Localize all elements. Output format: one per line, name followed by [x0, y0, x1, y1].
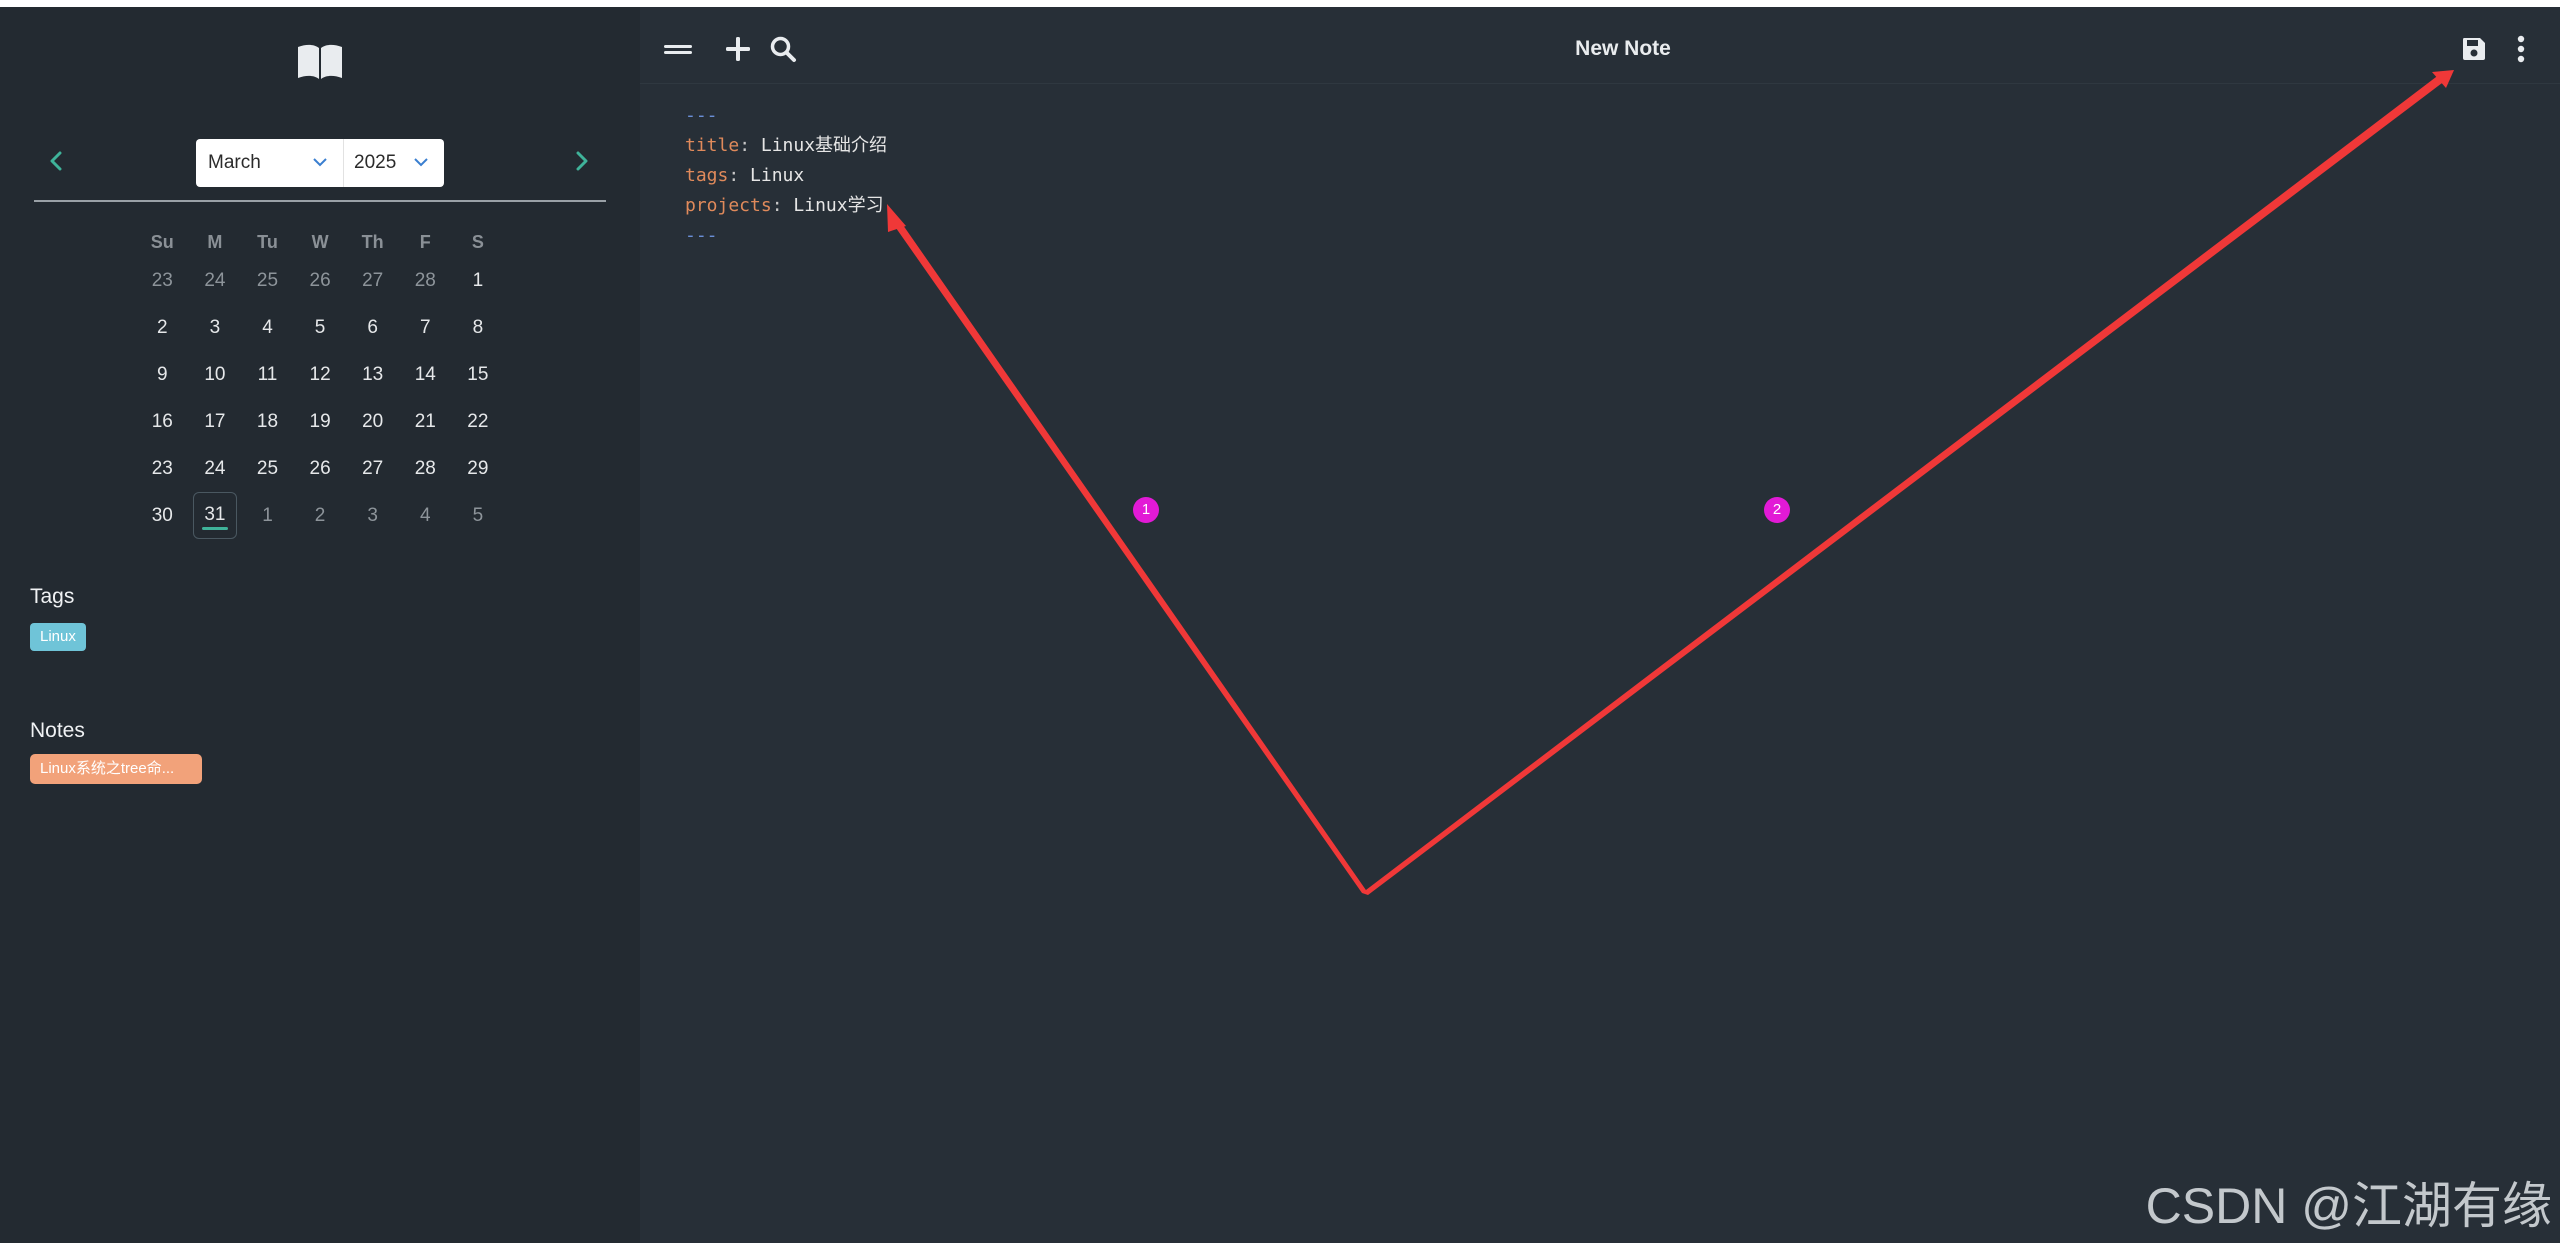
- tags-section-title: Tags: [30, 585, 75, 608]
- calendar-day[interactable]: 29: [452, 445, 505, 492]
- frontmatter-line-projects: projects: Linux学习: [685, 191, 887, 221]
- month-select[interactable]: March: [196, 139, 344, 187]
- month-year-picker: March 2025: [196, 139, 444, 187]
- weekday-label: Tu: [257, 232, 278, 252]
- calendar-week-row: 2345678: [136, 304, 506, 351]
- calendar-day[interactable]: 15: [452, 351, 505, 398]
- calendar-day[interactable]: 1: [241, 492, 294, 539]
- chevron-right-icon[interactable]: [562, 141, 602, 181]
- frontmatter-colon: :: [739, 135, 761, 156]
- weekday-label: Th: [361, 232, 384, 252]
- calendar-week-row: 23 24 25 26 27 28 29: [136, 445, 506, 492]
- frontmatter-colon: :: [771, 195, 794, 216]
- calendar-day[interactable]: 9: [136, 351, 189, 398]
- calendar-weekday-header: Su M Tu W Th F S: [136, 227, 506, 257]
- calendar-day[interactable]: 18: [241, 398, 294, 445]
- calendar-day[interactable]: 17: [189, 398, 242, 445]
- frontmatter-delimiter-close: ---: [685, 225, 718, 246]
- calendar-day[interactable]: 23: [136, 445, 189, 492]
- calendar-day[interactable]: 2: [136, 304, 189, 351]
- calendar-day[interactable]: 21: [399, 398, 452, 445]
- frontmatter-line-title: title: Linux基础介绍: [685, 131, 887, 161]
- calendar-day-today[interactable]: 31: [192, 492, 238, 539]
- calendar-day[interactable]: 26: [294, 445, 347, 492]
- calendar-day[interactable]: 19: [294, 398, 347, 445]
- frontmatter-key: tags: [685, 165, 729, 186]
- calendar-day[interactable]: 24: [189, 445, 242, 492]
- frontmatter-colon: :: [728, 165, 751, 186]
- calendar-day[interactable]: 27: [346, 445, 399, 492]
- notes-section-title: Notes: [30, 719, 85, 742]
- weekday-label: Su: [150, 232, 174, 252]
- calendar-body: 23 24 25 26 27 28 1 2 3 4 5 6 7 8 9 10 11 12 13 14 15 16 17 18 1…: [136, 257, 506, 539]
- year-select[interactable]: 2025: [344, 139, 444, 187]
- calendar-day[interactable]: 2: [294, 492, 347, 539]
- chevron-down-icon: [414, 158, 428, 167]
- calendar-day[interactable]: 3: [346, 492, 399, 539]
- calendar-day[interactable]: 28: [399, 257, 452, 304]
- toolbar: New Note: [640, 7, 2560, 84]
- calendar-day[interactable]: 13: [346, 351, 399, 398]
- calendar-day[interactable]: 5: [294, 304, 347, 351]
- frontmatter-key: title: [685, 135, 740, 156]
- calendar-day[interactable]: 27: [346, 257, 399, 304]
- sidebar: March 2025 Su M Tu W Th F S 23 24 25 26 27 28 1 2 3 4 5 6…: [0, 7, 640, 1243]
- calendar-day[interactable]: 25: [241, 257, 294, 304]
- weekday-label: F: [419, 232, 431, 252]
- calendar-day[interactable]: 14: [399, 351, 452, 398]
- year-select-value: 2025: [354, 152, 397, 173]
- more-vertical-icon[interactable]: [2503, 31, 2539, 67]
- weekday-label: W: [311, 232, 329, 252]
- save-floppy-icon[interactable]: [2456, 31, 2492, 67]
- chevron-down-icon: [313, 158, 327, 167]
- month-select-value: March: [208, 152, 261, 173]
- calendar-grid: Su M Tu W Th F S 23 24 25 26 27 28 1 2 3 4 5 6 7 8 9 10 11 12 13…: [136, 227, 506, 539]
- calendar-day[interactable]: 7: [399, 304, 452, 351]
- weekday-label: M: [207, 232, 223, 252]
- frontmatter-delimiter-open: ---: [685, 105, 718, 126]
- calendar-day[interactable]: 23: [136, 257, 189, 304]
- calendar-day[interactable]: 10: [189, 351, 242, 398]
- frontmatter-value: Linux学习: [793, 195, 884, 216]
- frontmatter-line-tags: tags: Linux: [685, 161, 887, 191]
- calendar-day[interactable]: 12: [294, 351, 347, 398]
- markdown-editor[interactable]: --- title: Linux基础介绍 tags: Linux project…: [685, 101, 887, 251]
- calendar-week-row: 23 24 25 26 27 28 1: [136, 257, 506, 304]
- annotation-badge-1: 1: [1133, 497, 1159, 523]
- frontmatter-value: Linux基础介绍: [760, 135, 888, 156]
- calendar-day[interactable]: 4: [241, 304, 294, 351]
- calendar-week-row: 9 10 11 12 13 14 15: [136, 351, 506, 398]
- frontmatter-key: projects: [685, 195, 772, 216]
- watermark: CSDN @江湖有缘: [2145, 1178, 2552, 1234]
- calendar-divider: [34, 200, 606, 202]
- annotation-badge-2: 2: [1764, 497, 1790, 523]
- calendar-day[interactable]: 25: [241, 445, 294, 492]
- calendar-day[interactable]: 1: [452, 257, 505, 304]
- calendar-day[interactable]: 26: [294, 257, 347, 304]
- chevron-left-icon[interactable]: [36, 141, 76, 181]
- calendar-week-row: 16 17 18 19 20 21 22: [136, 398, 506, 445]
- calendar-day[interactable]: 30: [136, 492, 189, 539]
- open-book-icon[interactable]: [296, 41, 344, 81]
- app-window: March 2025 Su M Tu W Th F S 23 24 25 26 27 28 1 2 3 4 5 6…: [0, 7, 2560, 1243]
- calendar-day[interactable]: 5: [452, 492, 505, 539]
- calendar-day[interactable]: 8: [452, 304, 505, 351]
- calendar-day[interactable]: 6: [346, 304, 399, 351]
- note-chip[interactable]: Linux系统之tree命...: [30, 754, 202, 784]
- calendar-week-row: 30 31 1 2 3 4 5: [136, 492, 506, 539]
- calendar-day[interactable]: 11: [241, 351, 294, 398]
- calendar-day[interactable]: 16: [136, 398, 189, 445]
- frontmatter-value: Linux: [750, 165, 805, 186]
- calendar-day[interactable]: 28: [399, 445, 452, 492]
- tag-chip-linux[interactable]: Linux: [30, 623, 86, 651]
- calendar-day[interactable]: 24: [189, 257, 242, 304]
- weekday-label: S: [471, 232, 484, 252]
- calendar-day[interactable]: 4: [399, 492, 452, 539]
- calendar-day[interactable]: 20: [346, 398, 399, 445]
- note-title: New Note: [1575, 37, 1671, 60]
- calendar-day[interactable]: 3: [189, 304, 242, 351]
- calendar-day[interactable]: 22: [452, 398, 505, 445]
